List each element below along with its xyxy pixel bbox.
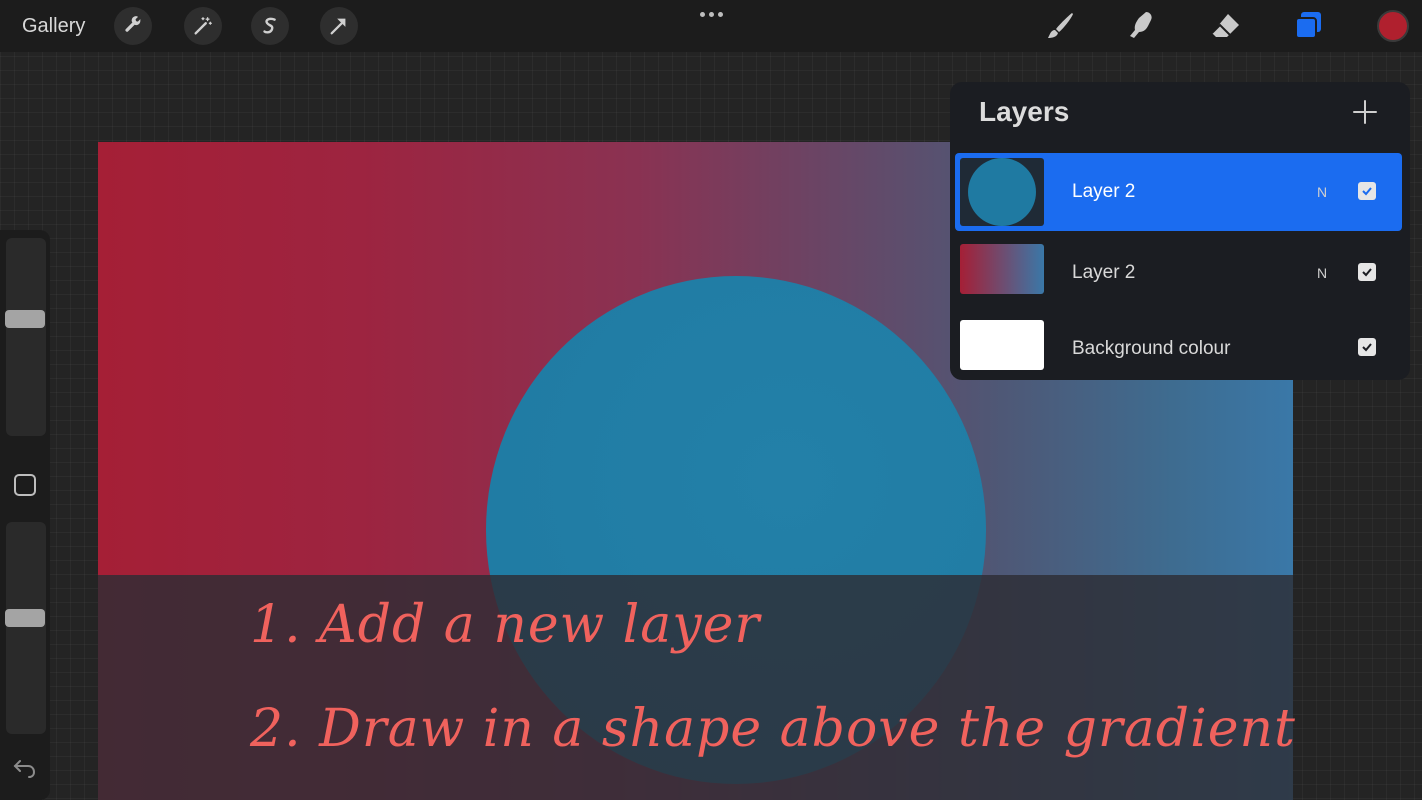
transform-button[interactable]	[320, 7, 358, 45]
checkmark-icon	[1362, 343, 1372, 352]
dot-icon	[708, 11, 714, 17]
magic-wand-icon	[194, 17, 212, 35]
blend-mode-button[interactable]: N	[1317, 265, 1327, 281]
layers-icon[interactable]	[1291, 8, 1327, 44]
layers-panel-title: Layers	[979, 96, 1070, 127]
add-layer-icon[interactable]	[1352, 99, 1378, 125]
layer-thumbnail	[960, 244, 1044, 294]
actions-button[interactable]	[114, 7, 152, 45]
brush-size-slider[interactable]	[5, 238, 46, 436]
dot-icon	[699, 11, 705, 17]
brush-icon[interactable]	[1042, 8, 1078, 44]
blend-mode-button[interactable]: N	[1317, 184, 1327, 200]
layer-thumbnail	[960, 320, 1044, 370]
adjustments-button[interactable]	[184, 7, 222, 45]
layer-visibility-checkbox[interactable]	[1358, 338, 1376, 356]
selection-s-icon	[263, 17, 276, 34]
layer-row[interactable]: Layer 2 N	[955, 153, 1402, 231]
layer-thumbnail	[960, 158, 1044, 226]
layer-visibility-checkbox[interactable]	[1358, 182, 1376, 200]
instruction-step-1: 1. Add a new layer	[250, 595, 761, 655]
annotation-overlay: 1. Add a new layer 2. Draw in a shape ab…	[98, 575, 1296, 800]
checkmark-icon	[1362, 268, 1372, 277]
layer-name: Layer 2	[1072, 262, 1136, 283]
layer-name: Background colour	[1072, 338, 1231, 359]
opacity-slider[interactable]	[5, 522, 46, 734]
gallery-button[interactable]: Gallery	[22, 15, 85, 38]
modify-button[interactable]	[14, 474, 36, 496]
more-options-button[interactable]	[697, 5, 725, 23]
selection-button[interactable]	[251, 7, 289, 45]
eraser-icon[interactable]	[1208, 8, 1244, 44]
instruction-step-2: 2. Draw in a shape above the gradient	[250, 699, 1296, 759]
layer-row[interactable]: Background colour	[955, 308, 1402, 376]
layers-panel: Layers Layer 2 N Layer 2 N Background co…	[950, 82, 1410, 380]
checkmark-icon	[1362, 187, 1372, 196]
undo-icon[interactable]	[12, 755, 38, 779]
side-toolbar	[0, 230, 50, 800]
layer-name: Layer 2	[1072, 181, 1136, 202]
wrench-icon	[125, 16, 141, 32]
brush-size-handle[interactable]	[5, 310, 45, 328]
top-toolbar: Gallery	[0, 0, 1422, 52]
layer-visibility-checkbox[interactable]	[1358, 263, 1376, 281]
color-picker-button[interactable]	[1377, 10, 1409, 42]
transform-arrow-icon	[330, 18, 346, 35]
smudge-icon[interactable]	[1124, 8, 1160, 44]
layer-row[interactable]: Layer 2 N	[955, 234, 1402, 308]
dot-icon	[717, 11, 723, 17]
opacity-handle[interactable]	[5, 609, 45, 627]
